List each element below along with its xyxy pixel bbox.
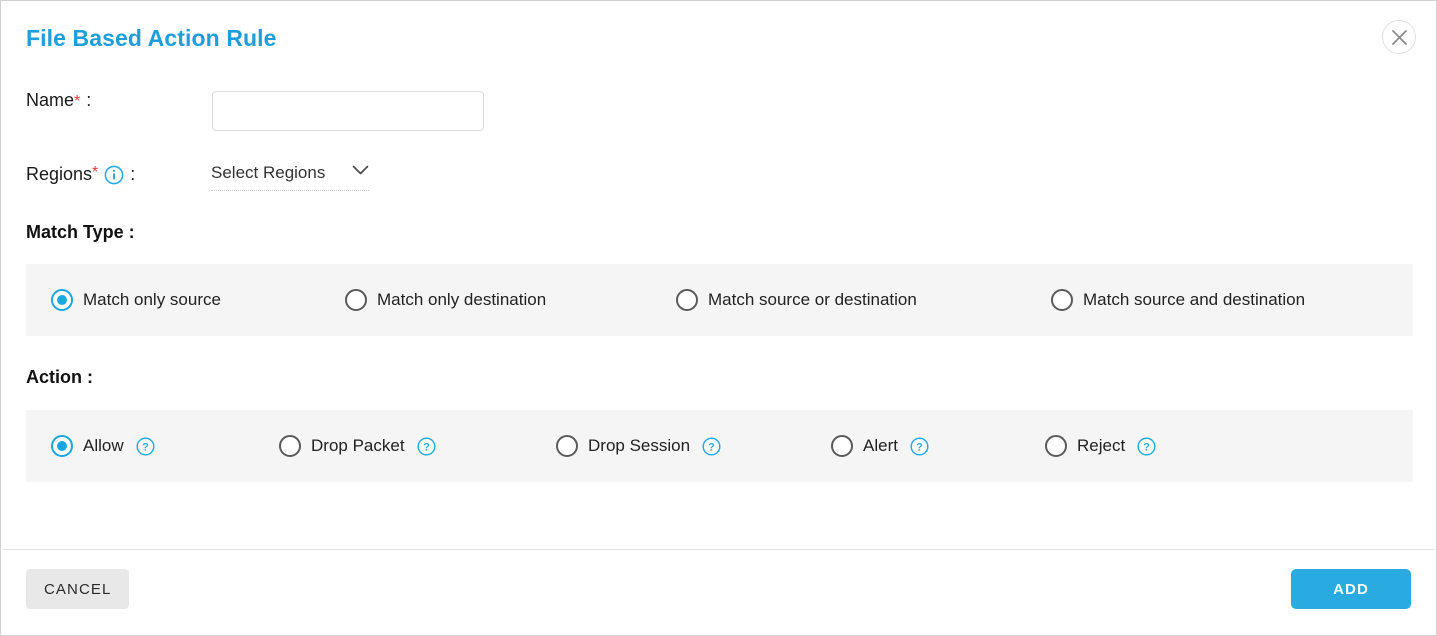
radio-icon[interactable] bbox=[676, 289, 698, 311]
radio-icon[interactable] bbox=[345, 289, 367, 311]
help-icon[interactable]: ? bbox=[1137, 437, 1156, 456]
name-label: Name bbox=[26, 90, 74, 111]
help-icon[interactable]: ? bbox=[136, 437, 155, 456]
action-option-alert[interactable]: Alert ? bbox=[831, 410, 929, 482]
option-label: Drop Session bbox=[588, 436, 690, 456]
match-type-options: Match only source Match only destination… bbox=[26, 264, 1413, 336]
help-icon[interactable]: ? bbox=[702, 437, 721, 456]
option-label: Drop Packet bbox=[311, 436, 405, 456]
radio-icon[interactable] bbox=[51, 435, 73, 457]
action-option-reject[interactable]: Reject ? bbox=[1045, 410, 1156, 482]
name-label-group: Name*: bbox=[26, 90, 91, 111]
radio-icon[interactable] bbox=[556, 435, 578, 457]
match-type-heading: Match Type : bbox=[26, 222, 135, 243]
option-label: Match source and destination bbox=[1083, 290, 1305, 310]
match-type-option-match-source-and-destination[interactable]: Match source and destination bbox=[1051, 264, 1305, 336]
help-icon[interactable]: ? bbox=[417, 437, 436, 456]
regions-label: Regions bbox=[26, 164, 92, 184]
svg-text:?: ? bbox=[708, 441, 715, 453]
footer-divider bbox=[2, 549, 1435, 550]
svg-text:?: ? bbox=[916, 441, 923, 453]
action-option-allow[interactable]: Allow ? bbox=[51, 410, 155, 482]
match-type-option-match-source-or-destination[interactable]: Match source or destination bbox=[676, 264, 917, 336]
match-type-option-match-only-source[interactable]: Match only source bbox=[51, 264, 221, 336]
svg-text:?: ? bbox=[1143, 441, 1150, 453]
option-label: Allow bbox=[83, 436, 124, 456]
info-icon[interactable] bbox=[104, 165, 124, 185]
dialog-title: File Based Action Rule bbox=[26, 25, 277, 52]
name-input[interactable] bbox=[212, 91, 484, 131]
regions-select-value: Select Regions bbox=[211, 163, 325, 183]
svg-text:?: ? bbox=[423, 441, 430, 453]
add-button[interactable]: ADD bbox=[1291, 569, 1411, 609]
option-label: Match only destination bbox=[377, 290, 546, 310]
action-heading: Action : bbox=[26, 367, 93, 388]
regions-colon: : bbox=[130, 164, 135, 185]
action-option-drop-session[interactable]: Drop Session ? bbox=[556, 410, 721, 482]
radio-icon[interactable] bbox=[1045, 435, 1067, 457]
option-label: Alert bbox=[863, 436, 898, 456]
radio-icon[interactable] bbox=[1051, 289, 1073, 311]
chevron-down-icon bbox=[352, 163, 369, 181]
match-type-option-match-only-destination[interactable]: Match only destination bbox=[345, 264, 546, 336]
action-options: Allow ? Drop Packet ? Drop Session bbox=[26, 410, 1413, 482]
name-required-marker: * bbox=[74, 94, 80, 110]
regions-select[interactable]: Select Regions bbox=[211, 163, 369, 191]
option-label: Match only source bbox=[83, 290, 221, 310]
close-icon[interactable] bbox=[1382, 20, 1416, 54]
option-label: Match source or destination bbox=[708, 290, 917, 310]
action-option-drop-packet[interactable]: Drop Packet ? bbox=[279, 410, 436, 482]
file-based-action-rule-dialog: File Based Action Rule Name*: Regions* :… bbox=[0, 0, 1437, 636]
svg-text:?: ? bbox=[142, 441, 149, 453]
regions-label-group: Regions* : bbox=[26, 164, 135, 185]
radio-icon[interactable] bbox=[51, 289, 73, 311]
help-icon[interactable]: ? bbox=[910, 437, 929, 456]
radio-icon[interactable] bbox=[831, 435, 853, 457]
cancel-button[interactable]: CANCEL bbox=[26, 569, 129, 609]
name-colon: : bbox=[86, 90, 91, 111]
regions-required-marker: * bbox=[92, 164, 98, 181]
radio-icon[interactable] bbox=[279, 435, 301, 457]
option-label: Reject bbox=[1077, 436, 1125, 456]
